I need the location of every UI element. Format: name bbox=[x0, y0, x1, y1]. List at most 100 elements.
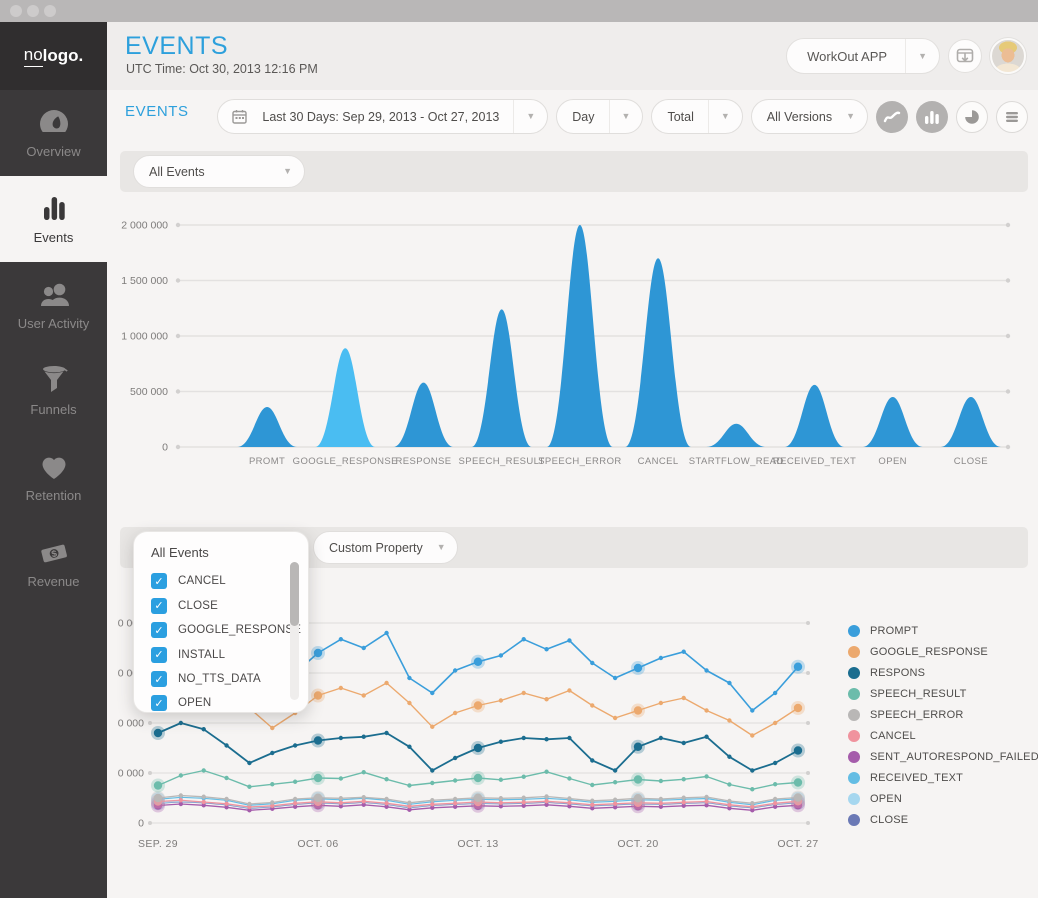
peak-cancel[interactable] bbox=[625, 258, 691, 447]
svg-text:PROMT: PROMT bbox=[249, 456, 285, 467]
scrollbar-track[interactable] bbox=[290, 562, 299, 700]
peak-received_text[interactable] bbox=[785, 385, 845, 447]
checkbox-checked-icon[interactable]: ✓ bbox=[151, 622, 167, 638]
peak-startflow_read[interactable] bbox=[706, 424, 766, 447]
checkbox-checked-icon[interactable]: ✓ bbox=[151, 573, 167, 589]
legend-swatch-icon bbox=[848, 625, 860, 637]
window-dot-icon[interactable] bbox=[10, 5, 22, 17]
legend-item-received_text[interactable]: RECEIVED_TEXT bbox=[848, 767, 1038, 788]
svg-text:STARTFLOW_READ: STARTFLOW_READ bbox=[689, 456, 784, 467]
view-toggle-line-chart[interactable] bbox=[876, 101, 908, 133]
legend-item-google_response[interactable]: GOOGLE_RESPONSE bbox=[848, 641, 1038, 662]
peak-open[interactable] bbox=[863, 397, 923, 447]
svg-text:0: 0 bbox=[138, 818, 144, 830]
versions-select[interactable]: All Versions ▼ bbox=[751, 99, 868, 134]
sidebar-item-label: Overview bbox=[26, 144, 80, 159]
dropdown-option-cancel[interactable]: ✓ CANCEL bbox=[151, 573, 226, 589]
logo[interactable]: nologo. bbox=[0, 22, 107, 90]
svg-text:40 000: 40 000 bbox=[118, 718, 144, 730]
list-icon bbox=[1005, 111, 1019, 123]
peak-promt[interactable] bbox=[237, 407, 297, 447]
svg-text:RESPONSE: RESPONSE bbox=[396, 456, 452, 467]
avatar[interactable] bbox=[990, 38, 1026, 74]
legend-item-close[interactable]: CLOSE bbox=[848, 809, 1038, 830]
chevron-down-icon: ▼ bbox=[283, 167, 292, 176]
legend-swatch-icon bbox=[848, 793, 860, 805]
events-filter-value: All Events bbox=[134, 165, 271, 179]
versions-value: All Versions bbox=[752, 110, 846, 124]
view-toggle-list[interactable] bbox=[996, 101, 1028, 133]
dropdown-option-google-response[interactable]: ✓ GOOGLE_RESPONSE bbox=[151, 622, 301, 638]
view-toggle-bar-chart[interactable] bbox=[916, 101, 948, 133]
checkbox-checked-icon[interactable]: ✓ bbox=[151, 598, 167, 614]
sidebar-item-retention[interactable]: Retention bbox=[0, 434, 107, 520]
peak-close[interactable] bbox=[941, 397, 1001, 447]
scrollbar-thumb[interactable] bbox=[290, 562, 299, 626]
peak-speech_result[interactable] bbox=[472, 309, 532, 447]
window-dot-icon[interactable] bbox=[44, 5, 56, 17]
legend-label: PROMPT bbox=[870, 625, 918, 637]
chevron-down-icon: ▼ bbox=[721, 112, 730, 121]
legend-swatch-icon bbox=[848, 646, 860, 658]
checkbox-checked-icon[interactable]: ✓ bbox=[151, 695, 167, 711]
checkbox-checked-icon[interactable]: ✓ bbox=[151, 647, 167, 663]
export-button[interactable] bbox=[948, 39, 982, 73]
window-dot-icon[interactable] bbox=[27, 5, 39, 17]
legend-swatch-icon bbox=[848, 709, 860, 721]
sidebar-item-overview[interactable]: Overview bbox=[0, 90, 107, 176]
app-selector-value: WorkOut APP bbox=[807, 49, 905, 64]
legend-item-speech_error[interactable]: SPEECH_ERROR bbox=[848, 704, 1038, 725]
dropdown-option-open[interactable]: ✓ OPEN bbox=[151, 695, 211, 711]
sidebar-item-events[interactable]: Events bbox=[0, 176, 107, 262]
export-icon bbox=[956, 48, 974, 64]
svg-text:500 000: 500 000 bbox=[130, 386, 168, 398]
aggregation-value: Total bbox=[652, 110, 707, 124]
legend-label: SPEECH_RESULT bbox=[870, 688, 967, 700]
legend-label: CANCEL bbox=[870, 730, 916, 742]
legend-swatch-icon bbox=[848, 730, 860, 742]
sidebar-item-funnels[interactable]: Funnels bbox=[0, 348, 107, 434]
users-icon bbox=[37, 279, 71, 309]
legend-item-cancel[interactable]: CANCEL bbox=[848, 725, 1038, 746]
peak-response[interactable] bbox=[394, 383, 454, 447]
legend-label: CLOSE bbox=[870, 814, 908, 826]
dropdown-option-no-tts-data[interactable]: ✓ NO_TTS_DATA bbox=[151, 671, 261, 687]
events-filter-select[interactable]: All Events ▼ bbox=[133, 155, 305, 188]
peak-google_response[interactable] bbox=[315, 348, 375, 447]
legend-item-open[interactable]: OPEN bbox=[848, 788, 1038, 809]
svg-text:OCT. 06: OCT. 06 bbox=[297, 838, 338, 850]
legend-label: RESPONS bbox=[870, 667, 925, 679]
svg-text:OPEN: OPEN bbox=[878, 456, 907, 467]
events-filter-bar: All Events ▼ bbox=[120, 151, 1028, 192]
legend-item-speech_result[interactable]: SPEECH_RESULT bbox=[848, 683, 1038, 704]
legend-item-sent_autorespond_failed[interactable]: SENT_AUTORESPOND_FAILED bbox=[848, 746, 1038, 767]
legend-item-prompt[interactable]: PROMPT bbox=[848, 620, 1038, 641]
custom-property-value: Custom Property bbox=[314, 541, 437, 555]
app-selector[interactable]: WorkOut APP ▼ bbox=[786, 38, 940, 74]
chevron-down-icon: ▼ bbox=[846, 112, 855, 121]
sidebar-item-revenue[interactable]: $ Revenue bbox=[0, 520, 107, 606]
dropdown-header: All Events bbox=[151, 545, 209, 560]
granularity-select[interactable]: Day ▼ bbox=[556, 99, 643, 134]
events-peaks-chart: 0500 0001 000 0001 500 0002 000 000PROMT… bbox=[118, 210, 1028, 490]
date-range-value: Last 30 Days: Sep 29, 2013 - Oct 27, 201… bbox=[247, 110, 513, 124]
funnel-icon bbox=[37, 365, 71, 395]
checkbox-checked-icon[interactable]: ✓ bbox=[151, 671, 167, 687]
date-range-picker[interactable]: Last 30 Days: Sep 29, 2013 - Oct 27, 201… bbox=[217, 99, 548, 134]
dropdown-option-install[interactable]: ✓ INSTALL bbox=[151, 647, 225, 663]
custom-property-select[interactable]: Custom Property ▼ bbox=[313, 531, 458, 564]
svg-text:0: 0 bbox=[162, 442, 168, 454]
section-title: EVENTS bbox=[125, 103, 189, 120]
svg-text:GOOGLE_RESPONSE: GOOGLE_RESPONSE bbox=[293, 456, 398, 467]
sidebar-item-user-activity[interactable]: User Activity bbox=[0, 262, 107, 348]
aggregation-select[interactable]: Total ▼ bbox=[651, 99, 742, 134]
chevron-down-icon: ▼ bbox=[622, 112, 631, 121]
legend-label: SPEECH_ERROR bbox=[870, 709, 963, 721]
view-toggle-pie-chart[interactable] bbox=[956, 101, 988, 133]
dropdown-option-close[interactable]: ✓ CLOSE bbox=[151, 598, 218, 614]
svg-text:2 000 000: 2 000 000 bbox=[121, 220, 168, 232]
main-content: EVENTS Last 30 Days: Sep 29, 2013 - Oct … bbox=[107, 90, 1038, 898]
events-filter-dropdown: All Events ✓ CANCEL ✓ CLOSE ✓ GOOGLE_RES… bbox=[133, 531, 309, 713]
legend-item-respons[interactable]: RESPONS bbox=[848, 662, 1038, 683]
pie-chart-icon bbox=[964, 109, 980, 125]
